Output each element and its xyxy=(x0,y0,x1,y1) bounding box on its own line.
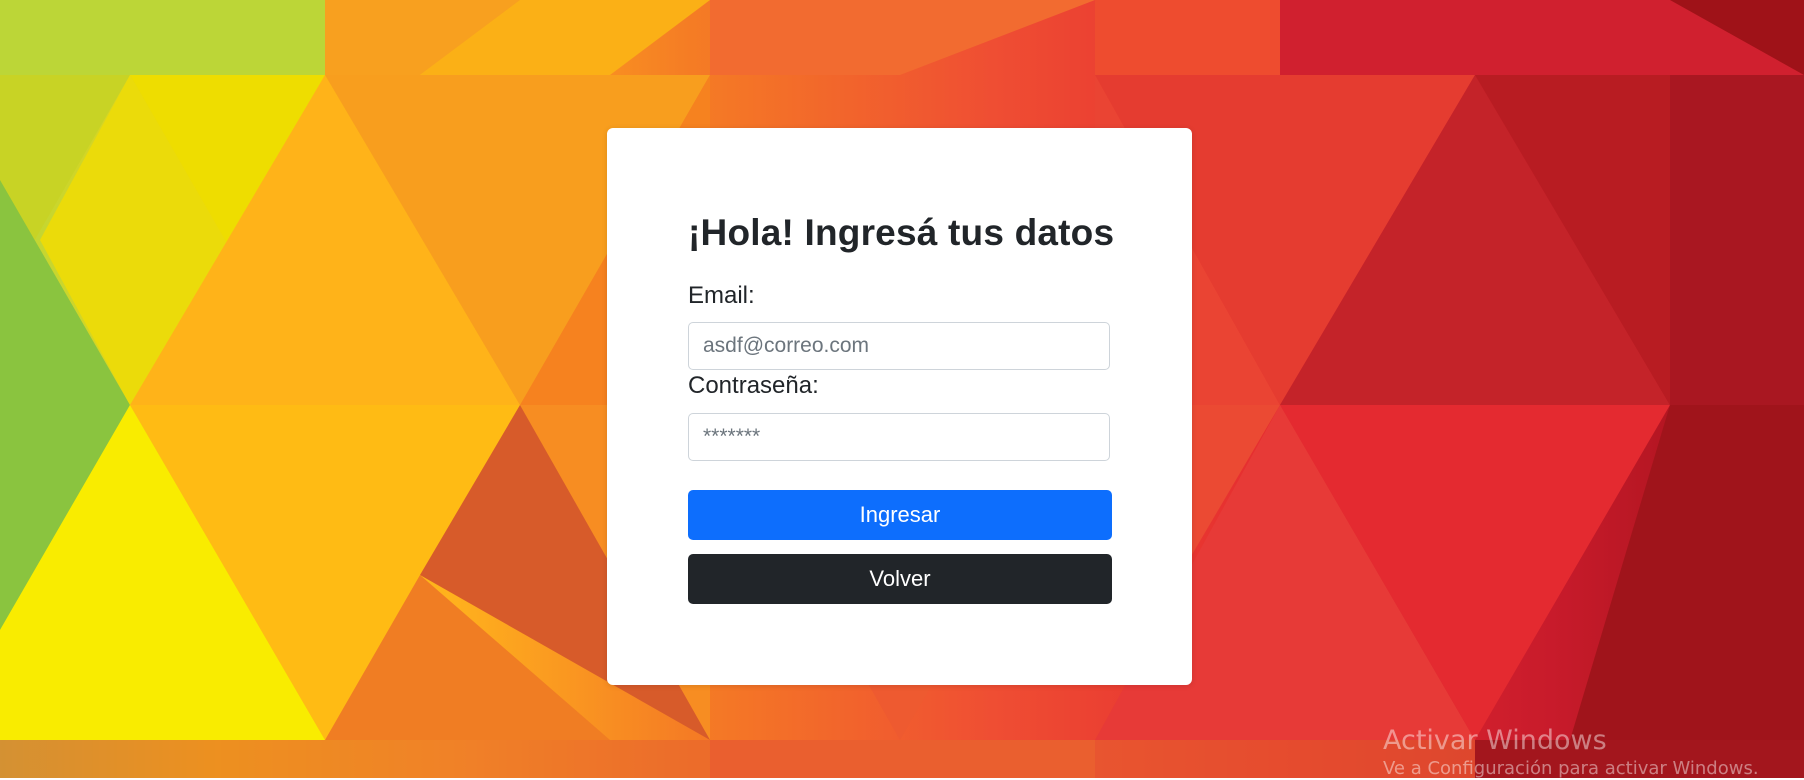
login-card: ¡Hola! Ingresá tus datos Email: Contrase… xyxy=(607,128,1192,685)
windows-activation-watermark: Activar Windows Ve a Configuración para … xyxy=(1383,726,1759,780)
email-field[interactable] xyxy=(688,322,1110,370)
watermark-title: Activar Windows xyxy=(1383,725,1607,756)
password-field[interactable] xyxy=(688,413,1110,461)
page-title: ¡Hola! Ingresá tus datos xyxy=(688,212,1115,253)
back-button[interactable]: Volver xyxy=(688,554,1112,604)
login-button[interactable]: Ingresar xyxy=(688,490,1112,540)
email-label: Email: xyxy=(688,282,755,309)
watermark-subtitle: Ve a Configuración para activar Windows. xyxy=(1383,758,1759,779)
password-label: Contraseña: xyxy=(688,372,819,399)
